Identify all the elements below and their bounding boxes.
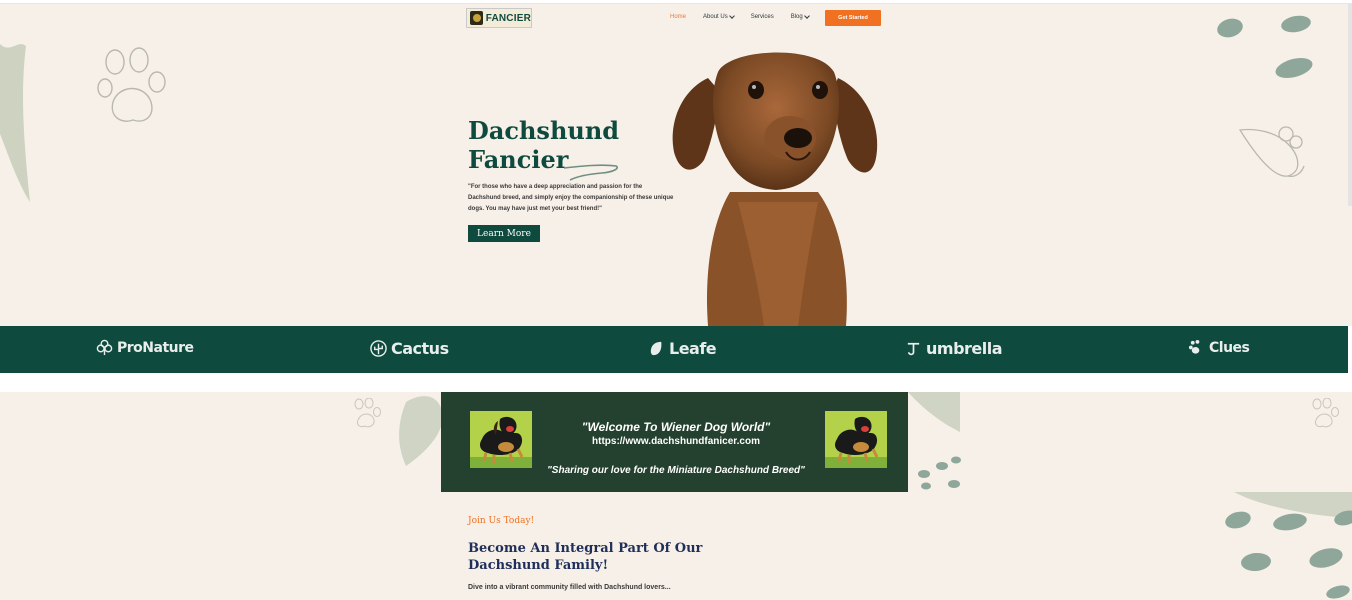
banner-tagline: "Sharing our love for the Miniature Dach…	[547, 465, 805, 476]
paw-outline-icon	[97, 47, 166, 122]
hero-quote: "For those who have a deep appreciation …	[468, 184, 674, 212]
nav-menu: Home About Us Services Blog	[670, 13, 826, 20]
nav-item-home[interactable]: Home	[670, 14, 686, 20]
partner-logo-cactus[interactable]: Cactus	[370, 339, 449, 358]
banner-title: "Welcome To Wiener Dog World"	[581, 420, 771, 434]
vertical-scrollbar[interactable]	[1348, 4, 1352, 206]
nav-item-label: Blog	[790, 14, 803, 20]
partner-logos-strip: ProNature Cactus Leafe umbrella Clues	[0, 326, 1348, 373]
cartoon-dachshund-icon	[825, 416, 887, 468]
learn-more-button[interactable]: Learn More	[468, 225, 540, 242]
nav-item-label: Services	[750, 14, 774, 20]
welcome-banner: "Welcome To Wiener Dog World" https://ww…	[441, 392, 908, 492]
leaf-icon	[650, 341, 662, 356]
dog-logo-icon	[470, 11, 483, 25]
partner-name: Cactus	[391, 339, 449, 358]
get-started-button[interactable]: Get Started	[825, 10, 881, 26]
nav-item-label: About Us	[703, 14, 728, 20]
section-eyebrow: Join Us Today!	[468, 516, 535, 526]
leaf-cluster-icon	[96, 339, 113, 356]
nav-item-about-us[interactable]: About Us	[703, 13, 735, 20]
decor-left-shape	[0, 44, 30, 202]
partner-name: Leafe	[669, 339, 717, 358]
squiggle-underline-decor	[563, 164, 618, 181]
partner-logo-pronature[interactable]: ProNature	[96, 339, 194, 356]
cartoon-dachshund-image	[825, 411, 887, 468]
paw-outline-icon	[354, 398, 381, 428]
section-divider	[0, 373, 1352, 392]
cartoon-dachshund-icon	[470, 416, 532, 468]
main-navbar: FANCIER Home About Us Services Blog Get …	[0, 4, 1352, 34]
partner-name: ProNature	[117, 339, 194, 356]
paw-icon	[1188, 339, 1200, 354]
umbrella-icon	[907, 342, 920, 356]
cartoon-dachshund-image	[470, 411, 532, 468]
section-description: Dive into a vibrant community filled wit…	[468, 584, 671, 591]
hero-title-line: Dachshund	[468, 116, 620, 145]
hero-section: FANCIER Home About Us Services Blog Get …	[0, 4, 1352, 326]
site-logo[interactable]: FANCIER	[466, 8, 532, 28]
partner-logo-clues[interactable]: Clues	[1188, 339, 1250, 356]
section-headline: Become An Integral Part Of Our Dachshund…	[468, 541, 703, 573]
partner-logo-umbrella[interactable]: umbrella	[905, 339, 1003, 358]
paw-outline-icon	[1312, 398, 1339, 428]
dachshund-photo	[672, 52, 878, 326]
nav-item-label: Home	[670, 14, 687, 20]
banner-url: https://www.dachshundfanicer.com	[592, 436, 760, 447]
logo-text: FANCIER	[485, 12, 531, 24]
cactus-icon	[370, 340, 387, 357]
chevron-down-icon	[803, 13, 810, 19]
join-section: "Welcome To Wiener Dog World" https://ww…	[0, 392, 1352, 600]
nav-item-blog[interactable]: Blog	[790, 13, 810, 20]
nav-item-services[interactable]: Services	[751, 14, 774, 20]
mouse-outline-icon	[1238, 126, 1305, 178]
partner-name: Clues	[1209, 339, 1250, 356]
partner-name: umbrella	[926, 339, 1003, 358]
partner-logo-leafe[interactable]: Leafe	[648, 339, 717, 358]
green-spots-decor	[1225, 492, 1352, 599]
chevron-down-icon	[728, 13, 735, 19]
